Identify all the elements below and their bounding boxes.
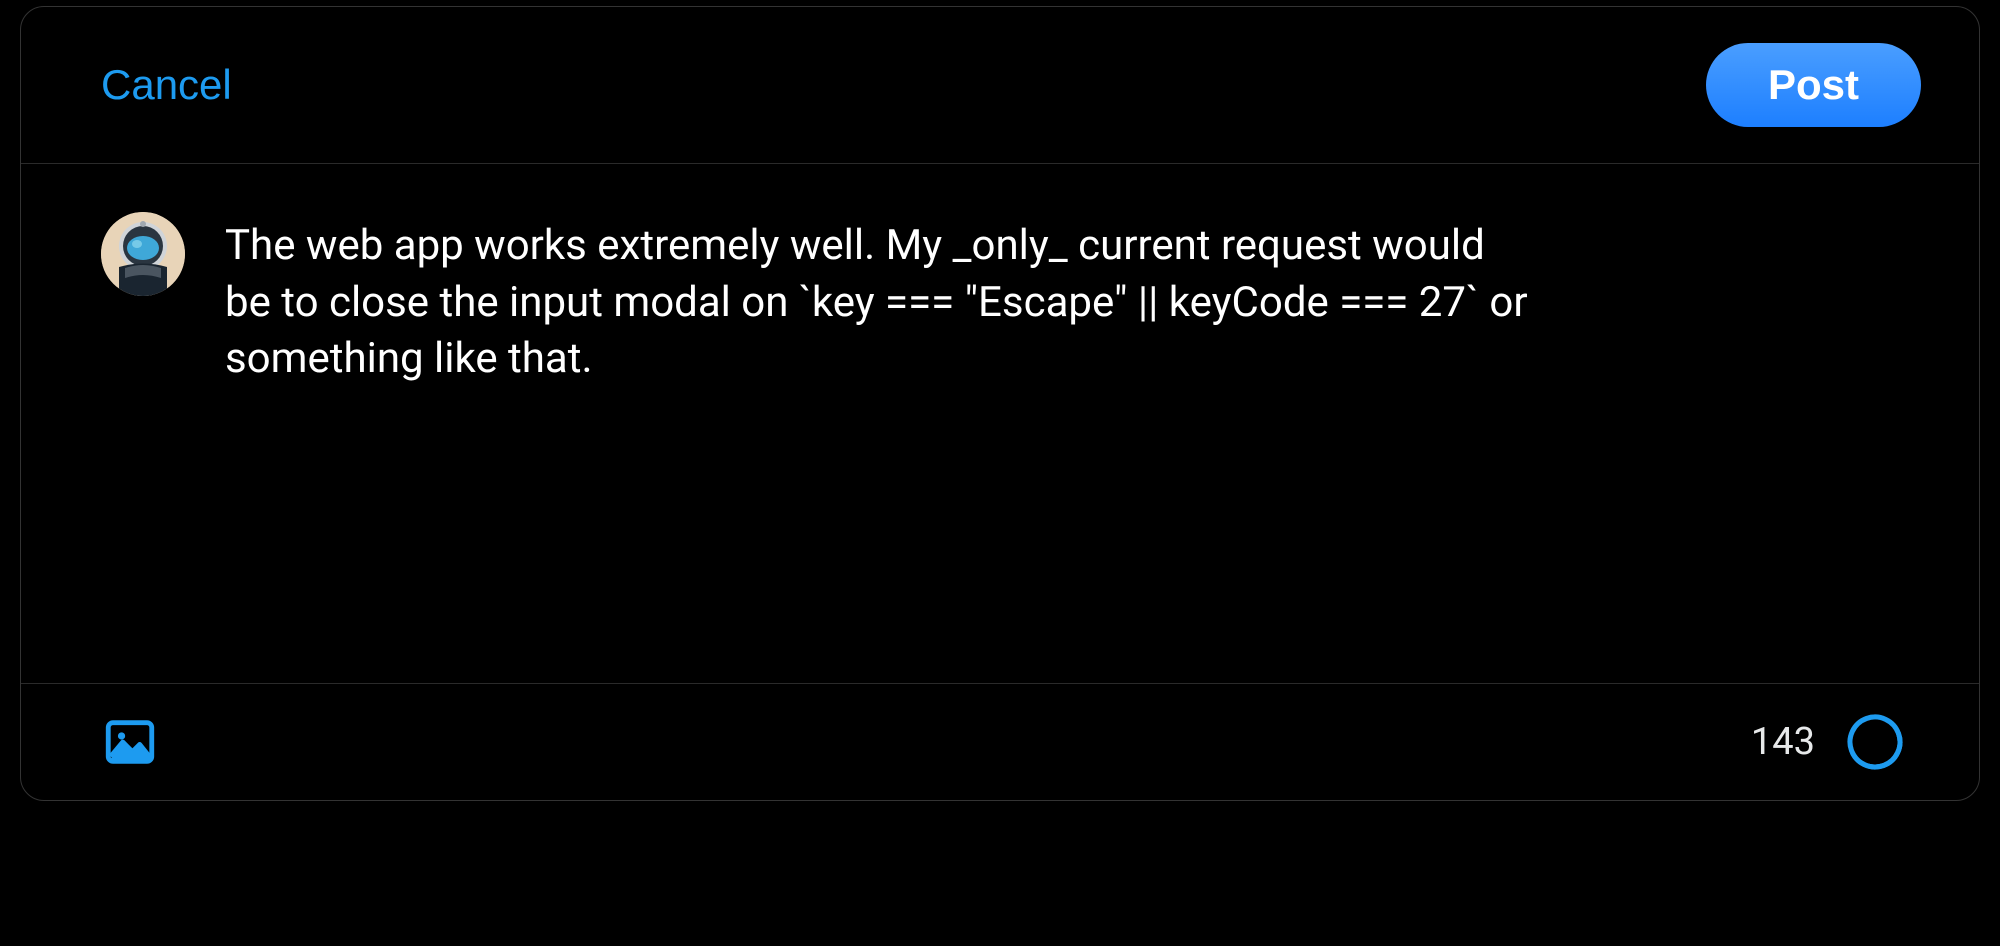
footer-status: 143 xyxy=(1751,712,1905,772)
image-icon xyxy=(101,713,159,771)
post-button[interactable]: Post xyxy=(1706,43,1921,127)
avatar[interactable] xyxy=(101,212,185,296)
modal-body: The web app works extremely well. My _on… xyxy=(21,164,1979,684)
add-image-button[interactable] xyxy=(101,713,159,771)
modal-header: Cancel Post xyxy=(21,7,1979,164)
modal-footer: 143 xyxy=(21,684,1979,800)
footer-actions xyxy=(101,713,159,771)
character-count: 143 xyxy=(1751,720,1815,764)
cancel-button[interactable]: Cancel xyxy=(101,61,232,109)
compose-input[interactable]: The web app works extremely well. My _on… xyxy=(225,212,1535,635)
compose-modal: Cancel Post The web app works extremely … xyxy=(20,6,1980,801)
character-progress-ring xyxy=(1845,712,1905,772)
astronaut-avatar-icon xyxy=(101,212,185,296)
